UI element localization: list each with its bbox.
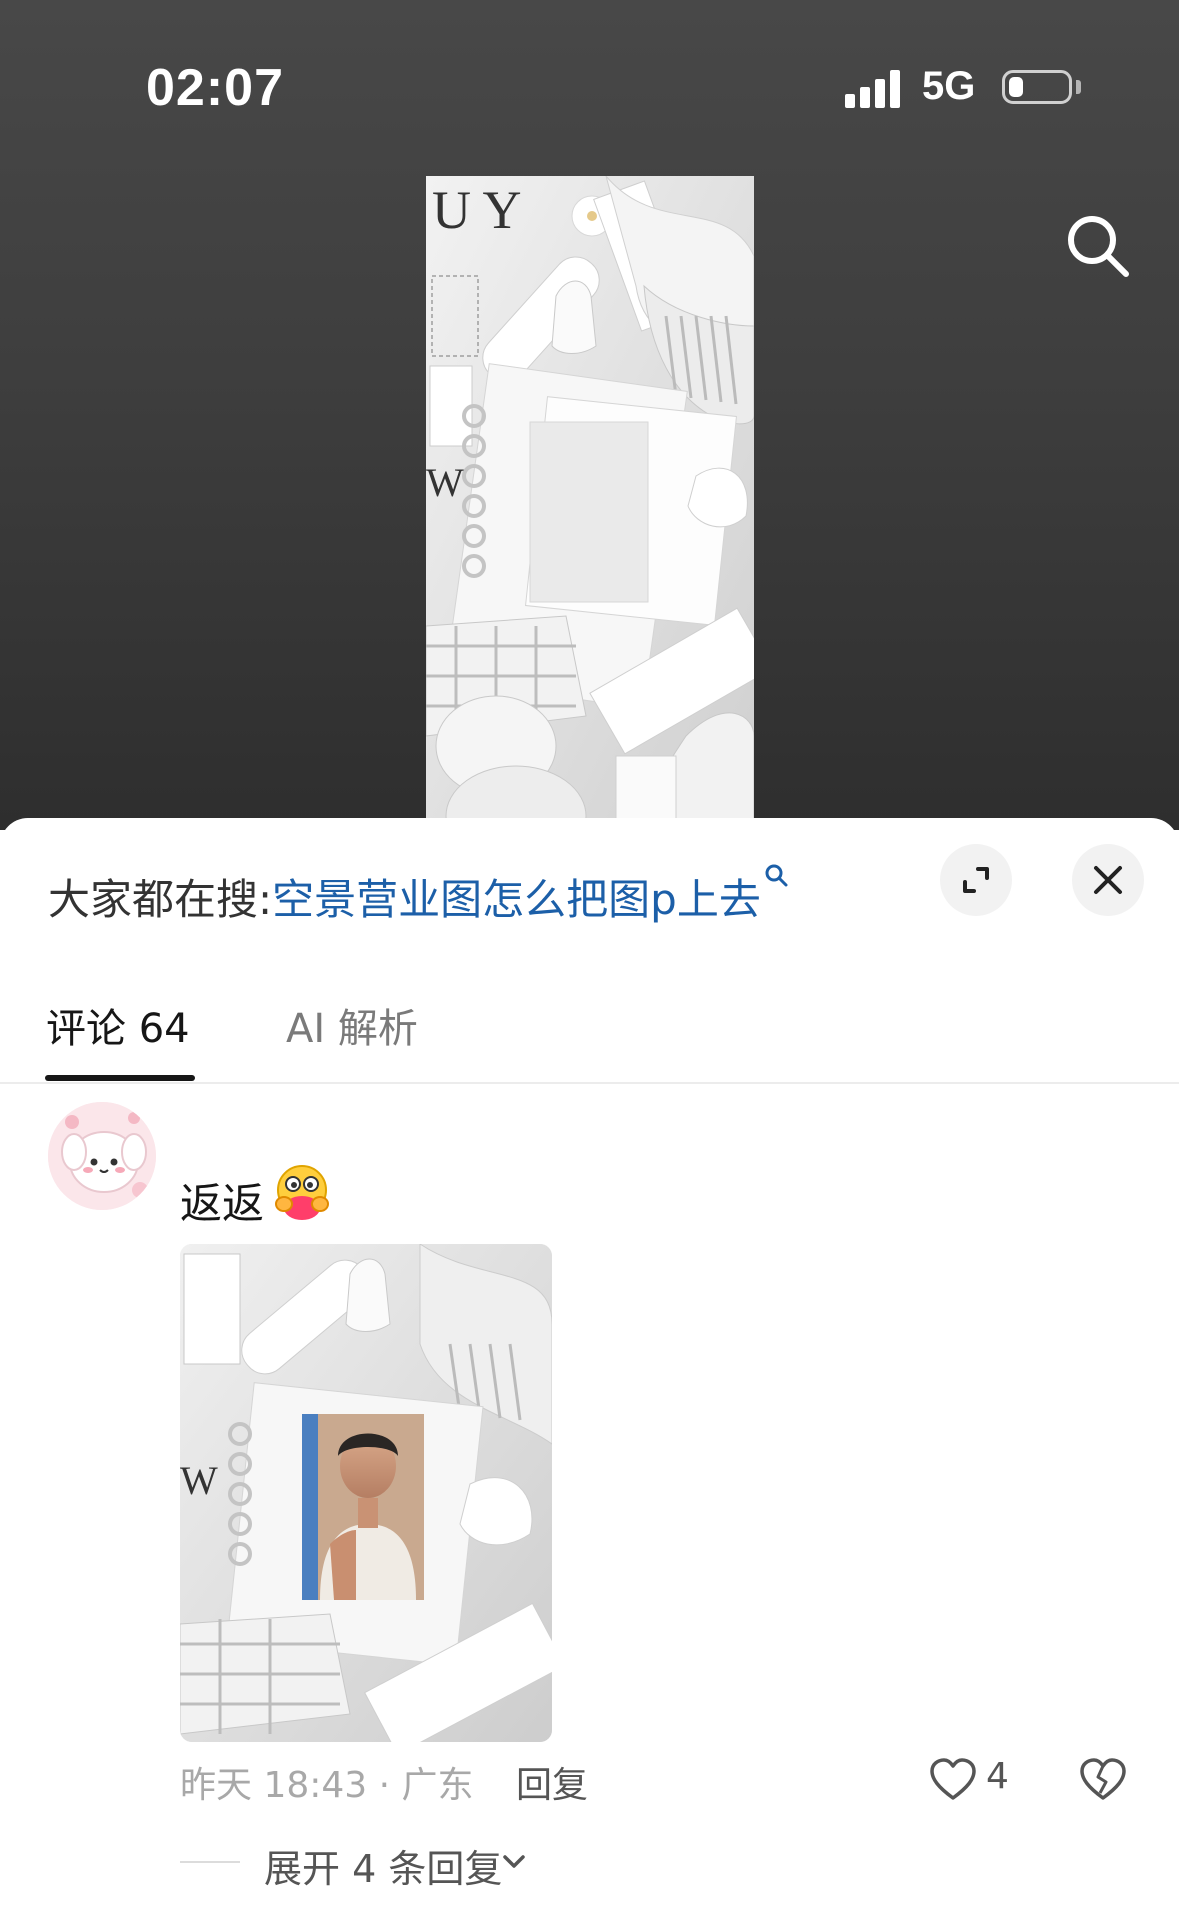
battery-icon: [1002, 70, 1072, 104]
expand-icon: [963, 867, 989, 893]
broken-heart-icon[interactable]: [1078, 1755, 1128, 1805]
svg-text:W: W: [426, 460, 464, 505]
hot-search-prefix: 大家都在搜:: [48, 875, 273, 924]
tab-comments[interactable]: 评论 64: [46, 996, 190, 1054]
status-time: 02:07: [146, 59, 284, 117]
search-icon: [765, 864, 788, 887]
comment-text: 返返: [180, 1179, 265, 1228]
hot-search-banner[interactable]: 大家都在搜:空景营业图怎么把图p上去: [48, 864, 789, 927]
hot-search-query[interactable]: 空景营业图怎么把图p上去: [272, 875, 761, 924]
reply-button[interactable]: 回复: [516, 1756, 588, 1808]
expand-replies-button[interactable]: 展开 4 条回复: [264, 1838, 502, 1893]
comment-image[interactable]: W: [180, 1244, 552, 1742]
chevron-down-icon[interactable]: [498, 1846, 530, 1878]
svg-text:W: W: [180, 1458, 218, 1503]
search-icon[interactable]: [1060, 208, 1136, 284]
battery-cap: [1076, 80, 1081, 94]
close-icon: [1094, 866, 1122, 894]
divider: [0, 1082, 1179, 1084]
tab-ai-analysis[interactable]: AI 解析: [286, 996, 418, 1054]
signal-icon: [845, 68, 905, 108]
post-image[interactable]: U Y W: [426, 176, 754, 836]
close-button[interactable]: [1072, 844, 1144, 916]
heart-icon[interactable]: [928, 1755, 978, 1805]
comment-time-location: 昨天 18:43 · 广东: [180, 1765, 474, 1806]
expand-divider: [180, 1861, 240, 1863]
hug-emoji-icon: [270, 1160, 334, 1224]
svg-text:U Y: U Y: [432, 180, 522, 240]
active-tab-indicator: [45, 1075, 195, 1081]
avatar[interactable]: [48, 1102, 156, 1210]
like-count: 4: [986, 1756, 1009, 1797]
battery-level: [1009, 77, 1023, 97]
expand-button[interactable]: [940, 844, 1012, 916]
comments-sheet: [0, 818, 1179, 1913]
network-label: 5G: [922, 64, 976, 108]
